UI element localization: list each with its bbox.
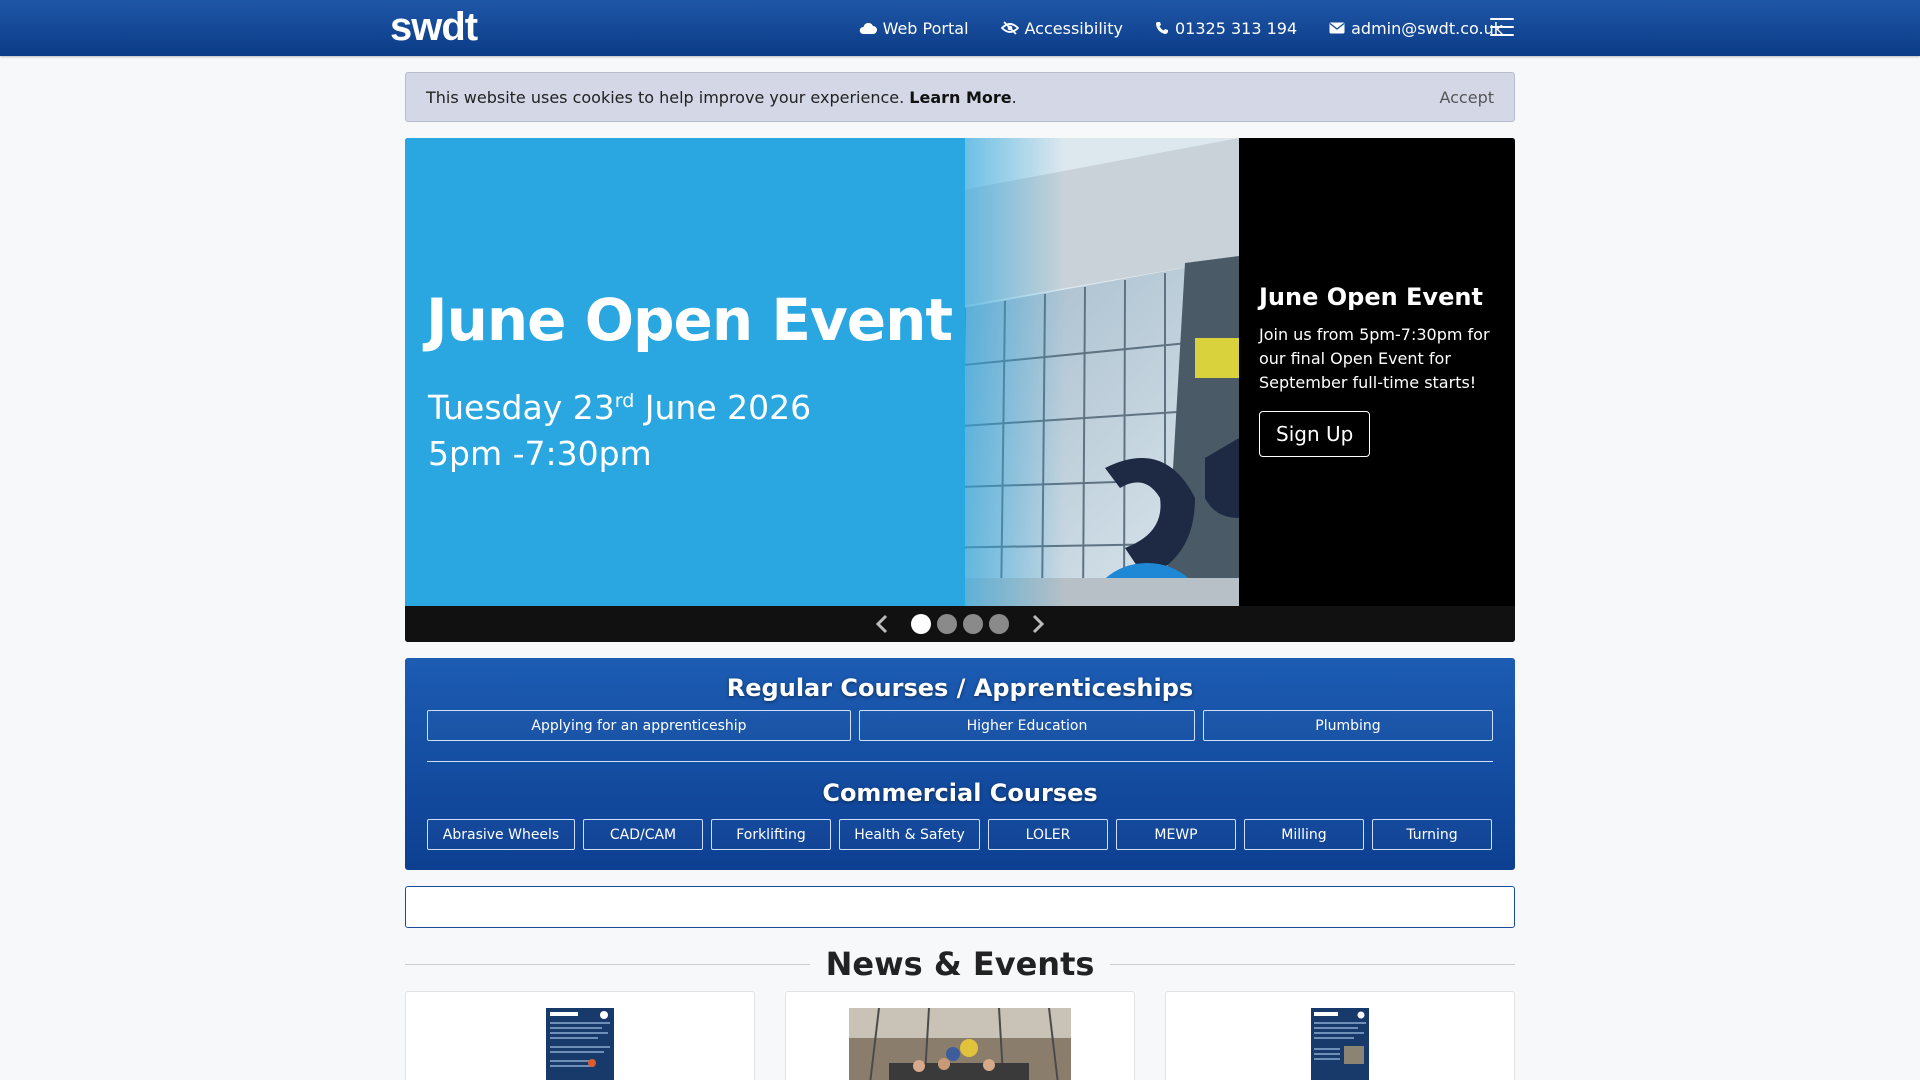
hero-carousel: June Open Event Tuesday 23rd June 2026 5… [405, 138, 1515, 642]
caption-text: Join us from 5pm-7:30pm for our final Op… [1259, 325, 1490, 392]
accept-cookies-button[interactable]: Accept [1439, 88, 1494, 107]
newsletter-thumbnail [1311, 1008, 1369, 1080]
accessibility-link[interactable]: Accessibility [1000, 18, 1123, 38]
course-button-health-safety[interactable]: Health & Safety [839, 819, 980, 850]
course-button-higher-education[interactable]: Higher Education [859, 710, 1195, 741]
swdt-logo[interactable]: swdt [390, 4, 478, 50]
commercial-courses-row: Abrasive Wheels CAD/CAM Forklifting Heal… [427, 819, 1493, 850]
course-button-plumbing[interactable]: Plumbing [1203, 710, 1493, 741]
carousel-indicator-dot[interactable] [989, 614, 1009, 634]
carousel-next-icon[interactable] [1027, 613, 1049, 635]
cookie-period: . [1011, 87, 1017, 107]
course-button-cad-cam[interactable]: CAD/CAM [583, 819, 703, 850]
nav-links: Web Portal Accessibility 01325 313 194 a… [859, 0, 1503, 56]
phone-icon [1155, 22, 1168, 34]
news-heading: News & Events [825, 945, 1095, 983]
phone-link[interactable]: 01325 313 194 [1155, 19, 1297, 38]
commercial-courses-heading: Commercial Courses [822, 779, 1098, 807]
news-heading-row: News & Events [405, 943, 1516, 985]
carousel-indicator-dot[interactable] [963, 614, 983, 634]
eye-slash-icon [1000, 21, 1019, 35]
course-button-turning[interactable]: Turning [1372, 819, 1492, 850]
email-label: admin@swdt.co.uk [1351, 18, 1503, 38]
courses-divider [427, 761, 1493, 762]
course-button-milling[interactable]: Milling [1244, 819, 1364, 850]
carousel-slide[interactable]: June Open Event Tuesday 23rd June 2026 5… [405, 138, 1239, 606]
email-link[interactable]: admin@swdt.co.uk [1329, 19, 1503, 38]
slide-date-day: Tuesday 23 [428, 388, 615, 427]
news-card[interactable] [1165, 991, 1515, 1080]
newsletter-thumbnail [546, 1008, 614, 1080]
carousel-indicator-dot[interactable] [911, 614, 931, 634]
carousel-indicators [911, 614, 1009, 634]
caption-title: June Open Event [1259, 283, 1483, 311]
course-button-mewp[interactable]: MEWP [1116, 819, 1236, 850]
carousel-caption: June Open Event Join us from 5pm-7:30pm … [1239, 138, 1515, 606]
heading-rule-left [405, 963, 810, 965]
news-card[interactable] [405, 991, 755, 1080]
heading-rule-right [1110, 963, 1516, 965]
course-button-forklifting[interactable]: Forklifting [711, 819, 831, 850]
regular-courses-heading: Regular Courses / Apprenticeships [726, 674, 1194, 702]
hamburger-menu-icon[interactable] [1490, 18, 1514, 38]
cloud-icon [859, 22, 877, 34]
course-button-apprenticeship[interactable]: Applying for an apprenticeship [427, 710, 851, 741]
envelope-icon [1329, 22, 1345, 34]
slide-time: 5pm -7:30pm [428, 434, 652, 473]
carousel-controls [405, 606, 1515, 642]
courses-panel: Regular Courses / Apprenticeships Applyi… [405, 658, 1515, 870]
course-button-loler[interactable]: LOLER [988, 819, 1108, 850]
cookie-text: This website uses cookies to help improv… [426, 87, 905, 107]
regular-courses-row: Applying for an apprenticeship Higher Ed… [427, 710, 1493, 741]
slide-date-rest: June 2026 [634, 388, 812, 427]
carousel-indicator-dot[interactable] [937, 614, 957, 634]
sign-up-button[interactable]: Sign Up [1259, 411, 1371, 457]
slide-date-suffix: rd [614, 390, 635, 412]
event-photo-thumbnail [849, 1008, 1071, 1080]
phone-label: 01325 313 194 [1174, 18, 1298, 38]
top-navbar: swdt Web Portal Accessibility 01325 313 … [0, 0, 1920, 56]
course-button-abrasive-wheels[interactable]: Abrasive Wheels [427, 819, 575, 850]
accessibility-label: Accessibility [1024, 18, 1123, 38]
news-card[interactable] [785, 991, 1135, 1080]
web-portal-label: Web Portal [882, 18, 969, 38]
slide-title: June Open Event [426, 286, 953, 354]
carousel-prev-icon[interactable] [871, 613, 893, 635]
building-photo [405, 138, 1239, 606]
cookie-banner: This website uses cookies to help improv… [405, 72, 1515, 122]
slide-date: Tuesday 23rd June 2026 5pm -7:30pm [428, 378, 811, 477]
empty-content-box [405, 886, 1515, 928]
web-portal-link[interactable]: Web Portal [859, 19, 969, 38]
learn-more-link[interactable]: Learn More [909, 88, 1011, 107]
slide-date-line: Tuesday 23rd June 2026 [428, 378, 811, 431]
